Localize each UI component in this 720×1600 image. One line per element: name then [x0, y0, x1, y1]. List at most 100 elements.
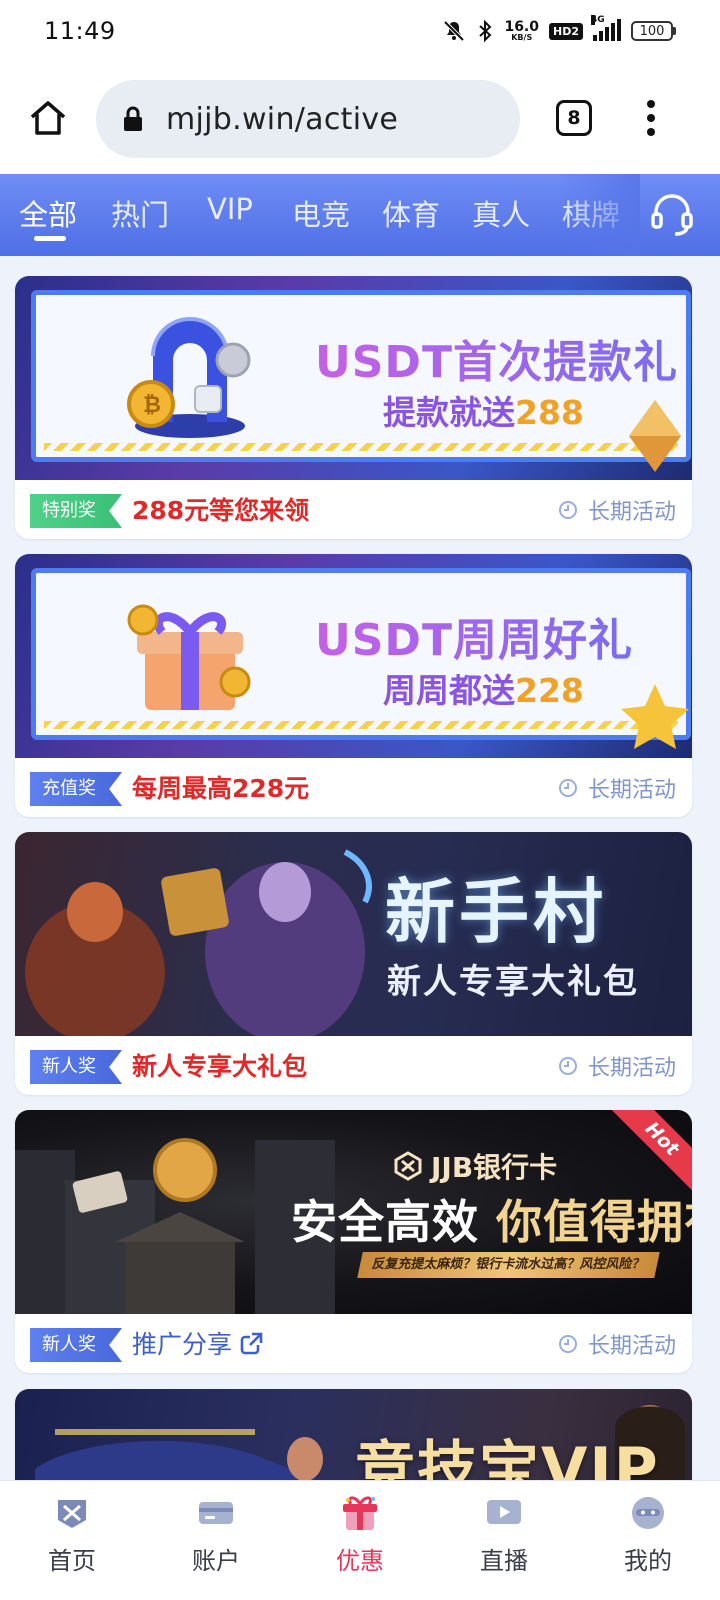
tab-account[interactable]: 账户 — [144, 1481, 288, 1600]
banner-brand-text: JJB银行卡 — [431, 1151, 558, 1184]
clock-icon — [558, 501, 577, 519]
promotion-banner[interactable]: 竞技宝VIP — [15, 1389, 692, 1480]
promotion-card[interactable]: ₿ USDT首次提款礼 提款就送288 特别奖 288元等您来领 长期活动 — [15, 276, 692, 539]
promotions-page: 11:49 16.0 KB/S HD2 4G 100 mjjb.win/acti… — [0, 0, 720, 1600]
banner-title: 竞技宝VIP — [355, 1435, 660, 1480]
url-text: mjjb.win/active — [166, 101, 399, 137]
promotion-footer: 新人奖 新人专享大礼包 长期活动 — [15, 1036, 692, 1095]
active-tab-indicator — [34, 236, 66, 241]
banner-title: 安全高效 你值得拥有 — [291, 1186, 692, 1252]
tab-switcher-button[interactable]: 8 — [556, 100, 592, 136]
promotion-badge: 充值奖 — [30, 772, 122, 806]
banner-subtitle: 新人专享大礼包 — [387, 962, 639, 1002]
tab-label: 直播 — [480, 1547, 528, 1575]
duration-label: 长期活动 — [587, 500, 676, 525]
browser-toolbar: mjjb.win/active 8 — [0, 62, 720, 174]
share-link-icon — [240, 1332, 263, 1355]
bottom-tab-bar: 首页 账户 优惠 直播 我的 — [0, 1480, 720, 1600]
tab-live[interactable]: 直播 — [432, 1481, 576, 1600]
promotion-footer: 充值奖 每周最高228元 长期活动 — [15, 758, 692, 817]
address-bar[interactable]: mjjb.win/active — [96, 80, 520, 158]
promotion-card[interactable]: 新手村 新人专享大礼包 新人奖 新人专享大礼包 长期活动 — [15, 832, 692, 1095]
tab-label: 优惠 — [336, 1547, 384, 1575]
category-tab-live-casino[interactable]: 真人 — [472, 192, 530, 234]
duration-label: 长期活动 — [587, 1334, 676, 1359]
network-type: 4G — [591, 15, 605, 25]
svg-text:₿: ₿ — [143, 393, 161, 418]
category-tab-hot[interactable]: 热门 — [111, 192, 169, 234]
status-icons: 16.0 KB/S HD2 4G 100 — [442, 15, 676, 43]
category-tab-all[interactable]: 全部 — [19, 192, 77, 234]
star-icon — [621, 684, 689, 749]
diamond-icon — [629, 400, 681, 472]
clock-icon — [558, 1057, 577, 1075]
category-tab-vip[interactable]: VIP — [207, 192, 253, 226]
promotion-title-text: 推广分享 — [132, 1330, 233, 1359]
net-speed-unit: KB/S — [511, 33, 533, 42]
promotion-title[interactable]: 推广分享 — [132, 1325, 264, 1361]
status-bar: 11:49 16.0 KB/S HD2 4G 100 — [0, 0, 720, 62]
promotion-duration: 长期活动 — [558, 1050, 676, 1082]
battery-icon: 100 — [631, 21, 676, 41]
promotion-card[interactable]: 竞技宝VIP — [15, 1389, 692, 1480]
scroll-fade — [560, 174, 640, 256]
lock-icon — [124, 106, 142, 131]
promotion-banner[interactable]: USDT周周好礼 周周都送228 — [15, 554, 692, 758]
promotion-card[interactable]: USDT周周好礼 周周都送228 充值奖 每周最高228元 长期活动 — [15, 554, 692, 817]
banner-subtitle-text: 周周都送 — [383, 671, 515, 710]
promotion-footer: 特别奖 288元等您来领 长期活动 — [15, 480, 692, 539]
category-tab-esports[interactable]: 电竞 — [292, 192, 350, 234]
battery-level: 100 — [631, 21, 673, 41]
banner-note: 反复充提太麻烦？银行卡流水过高？风控风险？ — [357, 1252, 660, 1278]
promotion-badge: 特别奖 — [30, 494, 122, 528]
banner-subtitle: 周周都送228 — [383, 664, 584, 712]
customer-service-icon[interactable] — [648, 190, 696, 238]
net-speed-value: 16.0 — [504, 19, 539, 35]
game-heroes-illustration — [25, 849, 372, 1036]
network-speed: 16.0 KB/S — [504, 20, 539, 42]
promotion-duration: 长期活动 — [558, 1328, 676, 1360]
duration-label: 长期活动 — [587, 778, 676, 803]
coin-tower-icon: ₿ — [127, 317, 251, 438]
banner-title: USDT首次提款礼 — [315, 326, 678, 390]
promotion-title: 每周最高228元 — [132, 774, 310, 803]
category-nav: 全部 热门 VIP 电竞 体育 真人 棋牌 — [0, 174, 720, 256]
tab-label: 首页 — [48, 1547, 96, 1575]
promotion-banner[interactable]: ₿ USDT首次提款礼 提款就送288 — [15, 276, 692, 480]
banner-title: USDT周周好礼 — [315, 604, 633, 668]
tab-promotions[interactable]: 优惠 — [288, 1481, 432, 1600]
category-tab-sports[interactable]: 体育 — [382, 192, 440, 234]
promotion-banner[interactable]: JJB银行卡 安全高效 你值得拥有 反复充提太麻烦？银行卡流水过高？风控风险？ … — [15, 1110, 692, 1314]
banner-subtitle-number: 288 — [515, 393, 584, 432]
tab-home[interactable]: 首页 — [0, 1481, 144, 1600]
promotion-banner[interactable]: 新手村 新人专享大礼包 — [15, 832, 692, 1036]
hd-voice-badge: HD2 — [549, 22, 583, 40]
gift-box-icon — [127, 604, 251, 710]
clock-icon — [558, 779, 577, 797]
banner-brand: JJB银行卡 — [393, 1146, 557, 1186]
promotion-title: 新人专享大礼包 — [132, 1052, 308, 1081]
banner-title: 新手村 — [385, 871, 607, 953]
bluetooth-icon — [479, 19, 492, 43]
promotion-duration: 长期活动 — [558, 772, 676, 804]
live-video-icon — [487, 1500, 521, 1524]
banner-subtitle-number: 228 — [515, 671, 584, 710]
banner-title-white: 安全高效 — [291, 1195, 479, 1249]
home-icon[interactable] — [28, 98, 68, 138]
promotion-badge: 新人奖 — [30, 1050, 122, 1084]
home-icon — [58, 1500, 86, 1528]
more-menu-icon[interactable] — [646, 100, 656, 136]
category-tabs: 全部 热门 VIP 电竞 体育 真人 棋牌 — [0, 174, 640, 256]
wallet-card-icon — [199, 1502, 233, 1524]
promotion-card[interactable]: JJB银行卡 安全高效 你值得拥有 反复充提太麻烦？银行卡流水过高？风控风险？ … — [15, 1110, 692, 1373]
tab-label: 账户 — [192, 1547, 240, 1575]
jjb-logo-icon — [394, 1151, 422, 1181]
signal-icon: 4G — [591, 15, 621, 41]
tab-me[interactable]: 我的 — [576, 1481, 720, 1600]
banner-title-gold: 你值得拥有 — [496, 1195, 692, 1249]
promotion-duration: 长期活动 — [558, 494, 676, 526]
tab-label: 我的 — [624, 1547, 672, 1575]
promotion-footer: 新人奖 推广分享 长期活动 — [15, 1314, 692, 1373]
banner-subtitle: 提款就送288 — [383, 386, 584, 434]
clock-icon — [558, 1335, 577, 1353]
